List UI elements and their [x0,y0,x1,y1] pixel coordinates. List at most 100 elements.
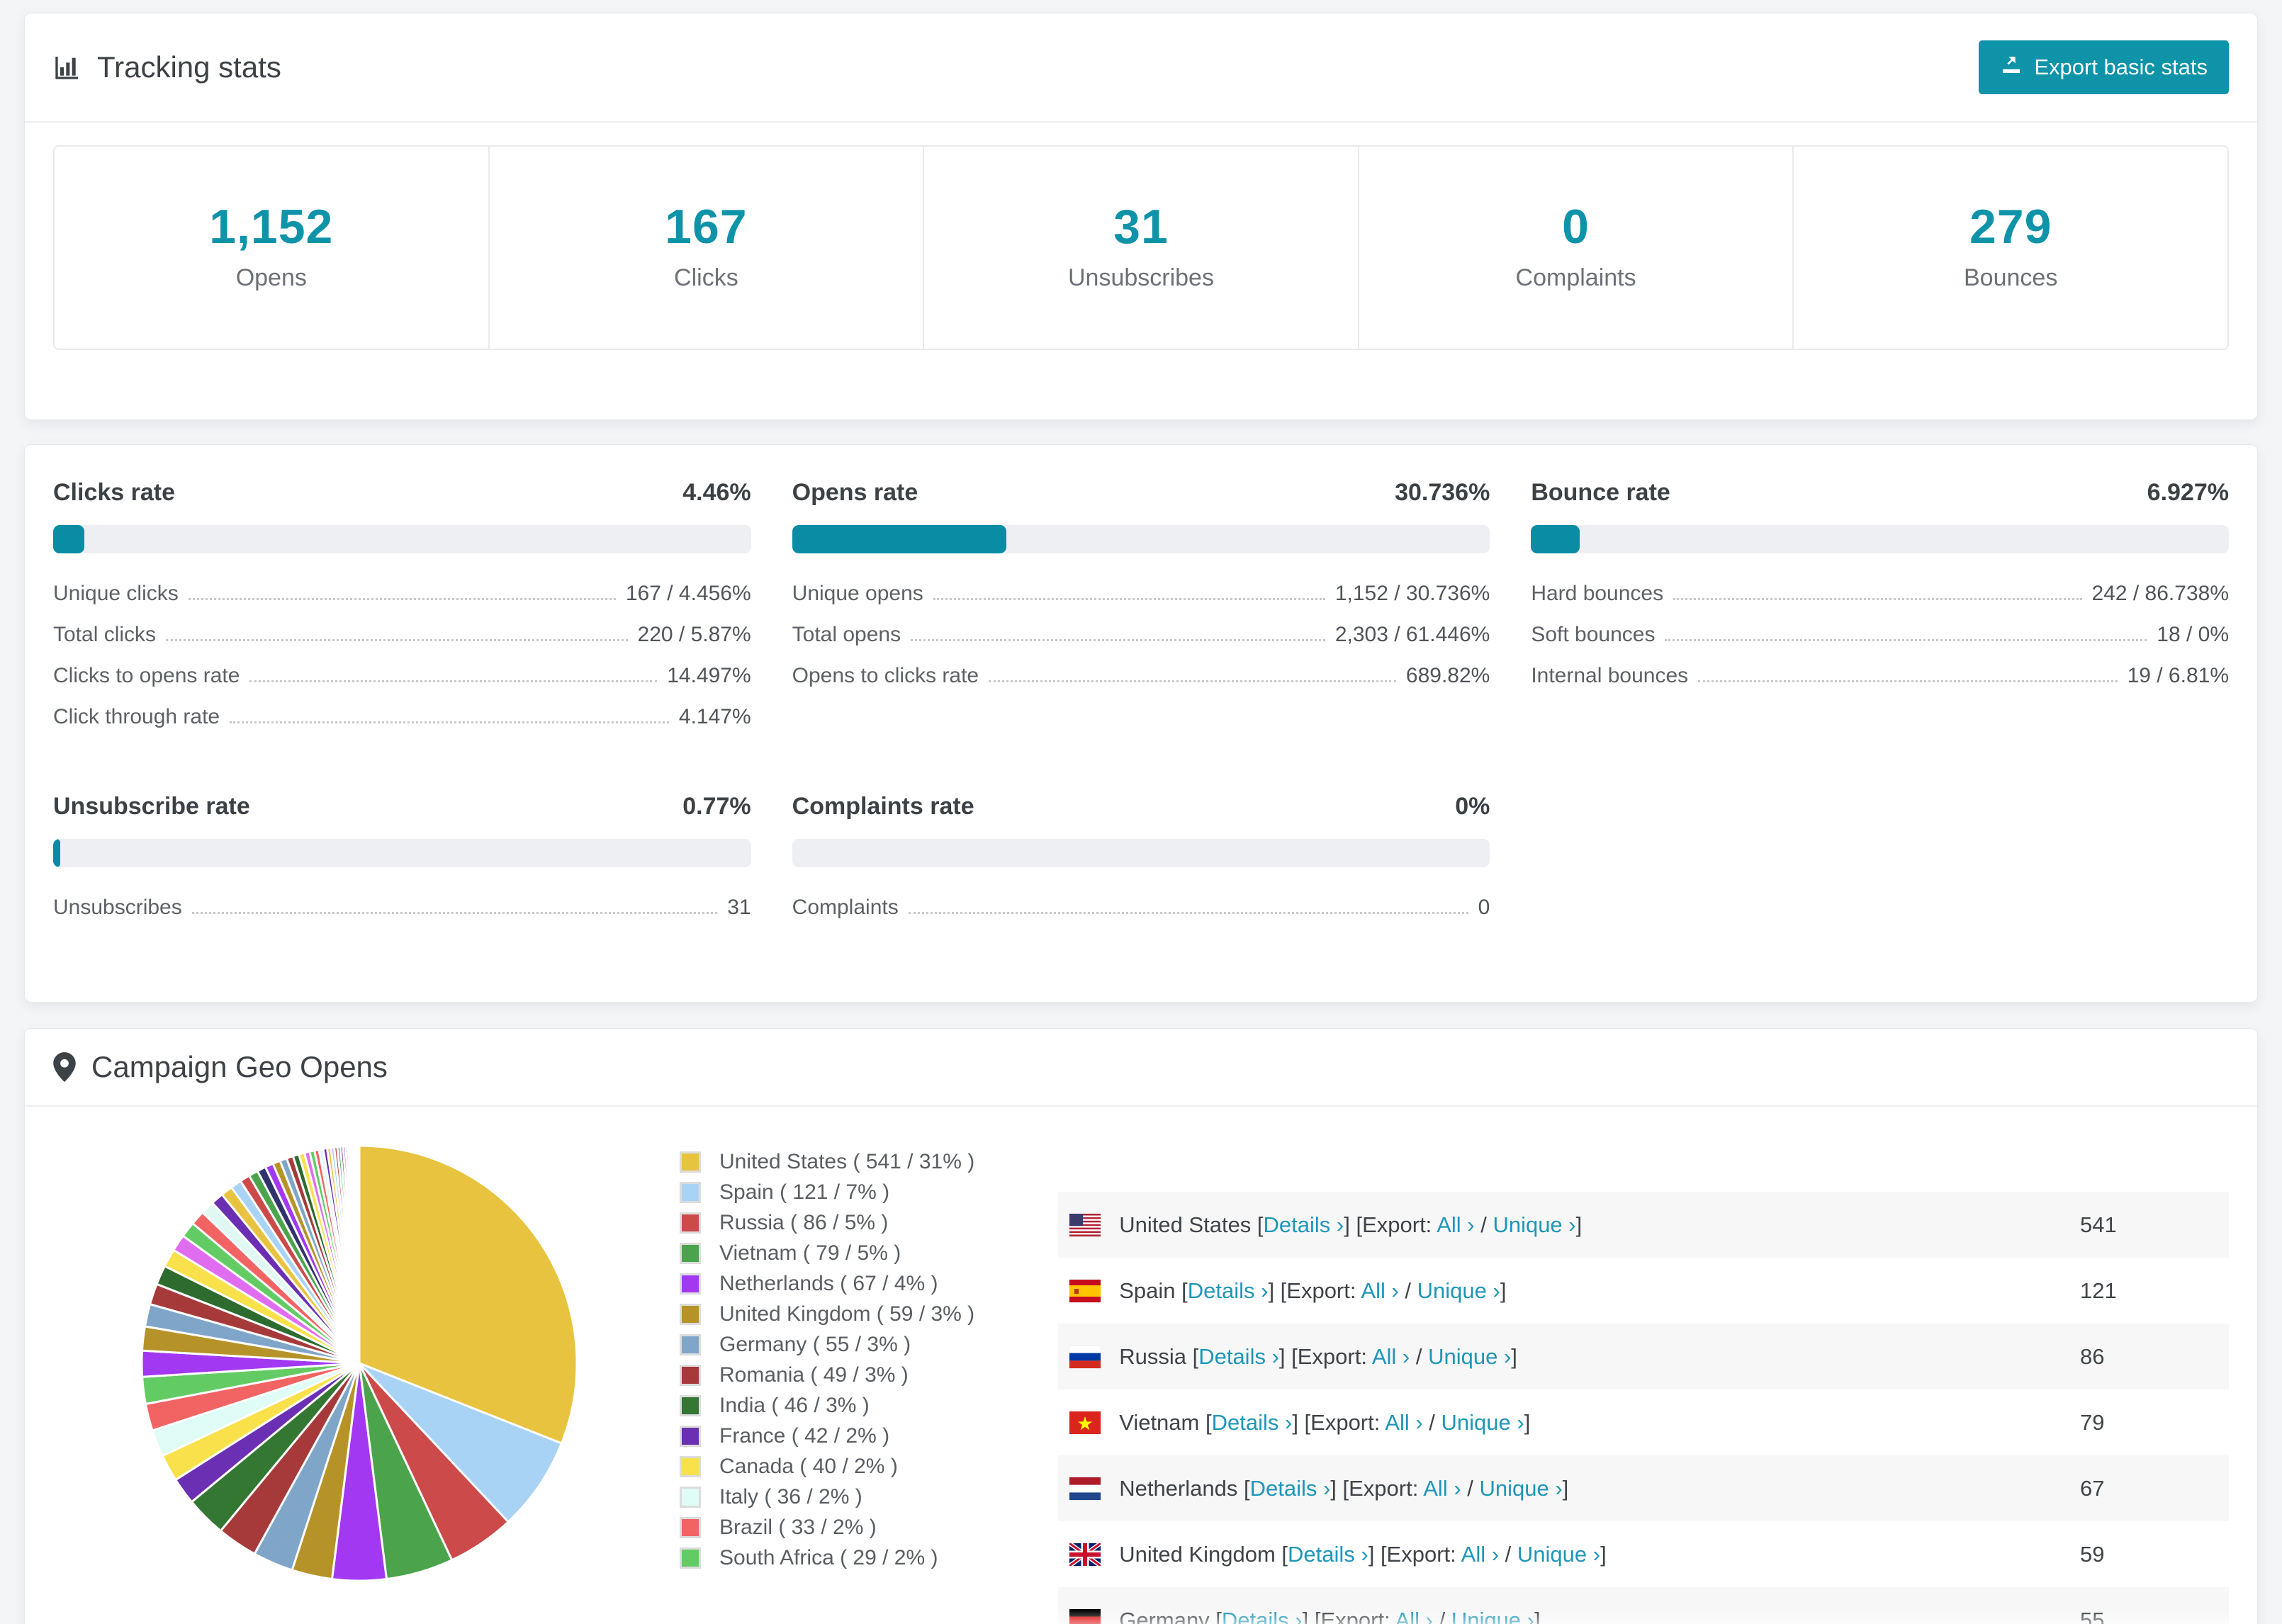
legend-swatch [680,1486,701,1508]
export-all-link[interactable]: All › [1372,1344,1410,1369]
stat-value: 279 [1969,200,2052,254]
flag-icon-vn [1069,1411,1119,1434]
campaign-geo-opens-card: Campaign Geo Opens United States ( 541 /… [24,1028,2258,1624]
legend-label: Vietnam ( 79 / 5% ) [719,1241,901,1265]
metric-label: Internal bounces [1531,664,1689,687]
dotted-leader [230,721,669,723]
country-name: United Kingdom [1119,1541,1276,1567]
legend-label: Canada ( 40 / 2% ) [719,1454,898,1478]
export-basic-stats-button[interactable]: Export basic stats [1979,40,2229,94]
metric-label: Opens to clicks rate [792,664,979,687]
export-unique-link[interactable]: Unique › [1441,1410,1524,1435]
legend-swatch [680,1516,701,1538]
export-all-link[interactable]: All › [1385,1410,1422,1435]
metric-label: Complaints [792,896,899,919]
legend-label: Russia ( 86 / 5% ) [719,1210,889,1234]
details-link[interactable]: Details › [1250,1476,1331,1501]
metric-label: Unique clicks [53,582,179,605]
legend-item-spain[interactable]: Spain ( 121 / 7% ) [680,1177,974,1207]
export-unique-link[interactable]: Unique › [1493,1212,1575,1237]
stats-row: 1,152 Opens 167 Clicks 31 Unsubscribes 0 Co… [53,145,2229,350]
country-name: Netherlands [1119,1475,1238,1501]
legend-item-vietnam[interactable]: Vietnam ( 79 / 5% ) [680,1238,974,1268]
geo-legend: United States ( 541 / 31% ) Spain ( 121 … [680,1137,974,1573]
tracking-stats-header: Tracking stats Export basic stats [25,13,2257,123]
tracking-stats-card: Tracking stats Export basic stats 1,152 … [24,13,2258,420]
export-all-link[interactable]: All › [1437,1212,1474,1237]
details-link[interactable]: Details › [1198,1344,1279,1369]
stat-label: Complaints [1515,264,1636,291]
metric-row: Soft bounces 18 / 0% [1531,623,2229,664]
export-unique-link[interactable]: Unique › [1417,1278,1500,1303]
stat-box-opens: 1,152 Opens [55,147,488,349]
export-all-link[interactable]: All › [1461,1542,1499,1567]
flag-icon-nl [1069,1477,1119,1500]
details-link[interactable]: Details › [1264,1212,1344,1237]
rate-block-opens-rate: Opens rate 30.736% Unique opens 1,152 / … [792,479,1490,746]
details-link[interactable]: Details › [1288,1542,1368,1567]
rate-progress-fill [53,839,60,867]
metric-row: Internal bounces 19 / 6.81% [1531,664,2229,705]
geo-table-row-ru: Russia [Details ›] [Export: All › / Uniq… [1058,1324,2229,1389]
country-total: 121 [2080,1278,2117,1303]
legend-item-italy[interactable]: Italy ( 36 / 2% ) [680,1482,974,1512]
rate-progress-track [792,525,1490,553]
legend-item-russia[interactable]: Russia ( 86 / 5% ) [680,1207,974,1238]
metric-row: Hard bounces 242 / 86.738% [1531,582,2229,623]
export-icon [2000,53,2023,81]
flag-icon-gb [1069,1543,1119,1566]
export-unique-link[interactable]: Unique › [1517,1542,1600,1567]
legend-swatch [680,1425,701,1447]
metric-row: Click through rate 4.147% [53,705,751,746]
geo-header: Campaign Geo Opens [25,1029,2257,1107]
dotted-leader [933,598,1325,600]
metric-row: Clicks to opens rate 14.497% [53,664,751,705]
stat-label: Opens [235,264,307,291]
legend-item-france[interactable]: France ( 42 / 2% ) [680,1421,974,1451]
rate-title: Bounce rate [1531,479,1670,506]
bar-chart-icon [53,53,82,81]
metric-value: 242 / 86.738% [2091,582,2230,605]
legend-item-netherlands[interactable]: Netherlands ( 67 / 4% ) [680,1268,974,1299]
legend-swatch [680,1364,701,1386]
country-total: 541 [2080,1212,2117,1237]
rate-block-bounce-rate: Bounce rate 6.927% Hard bounces 242 / 86… [1531,479,2229,746]
metric-value: 220 / 5.87% [637,623,751,646]
metric-value: 0 [1478,896,1490,919]
rate-progress-track [53,525,751,553]
details-link[interactable]: Details › [1188,1278,1269,1303]
stat-value: 31 [1113,200,1169,254]
legend-item-united-kingdom[interactable]: United Kingdom ( 59 / 3% ) [680,1299,974,1329]
legend-swatch [680,1212,701,1234]
tracking-stats-title: Tracking stats [53,50,281,84]
stat-box-clicks: 167 Clicks [488,147,923,349]
export-all-link[interactable]: All › [1361,1278,1398,1303]
metric-value: 2,303 / 61.446% [1334,623,1490,646]
metric-row: Unique clicks 167 / 4.456% [53,582,751,623]
export-unique-link[interactable]: Unique › [1479,1476,1562,1501]
flag-icon-ru [1069,1345,1119,1368]
legend-item-united-states[interactable]: United States ( 541 / 31% ) [680,1146,974,1177]
legend-swatch [680,1151,701,1173]
export-unique-link[interactable]: Unique › [1428,1344,1511,1369]
dotted-leader [1673,598,2082,600]
legend-item-romania[interactable]: Romania ( 49 / 3% ) [680,1360,974,1390]
metric-label: Click through rate [53,705,220,728]
export-all-link[interactable]: All › [1423,1476,1461,1501]
legend-item-brazil[interactable]: Brazil ( 33 / 2% ) [680,1512,974,1543]
legend-label: South Africa ( 29 / 2% ) [719,1545,938,1569]
legend-item-south-africa[interactable]: South Africa ( 29 / 2% ) [680,1543,974,1573]
dotted-leader [166,639,628,641]
legend-item-india[interactable]: India ( 46 / 3% ) [680,1390,974,1421]
country-total: 86 [2080,1343,2105,1369]
metric-value: 14.497% [667,664,751,687]
dotted-leader [989,680,1396,682]
details-link[interactable]: Details › [1212,1410,1293,1435]
stat-label: Bounces [1964,264,2058,291]
legend-item-canada[interactable]: Canada ( 40 / 2% ) [680,1451,974,1482]
legend-label: Netherlands ( 67 / 4% ) [719,1271,938,1295]
legend-item-germany[interactable]: Germany ( 55 / 3% ) [680,1329,974,1360]
country-name: Vietnam [1119,1409,1200,1435]
metric-value: 19 / 6.81% [2127,664,2229,687]
geo-table-row-es: Spain [Details ›] [Export: All › / Uniqu… [1058,1258,2229,1324]
